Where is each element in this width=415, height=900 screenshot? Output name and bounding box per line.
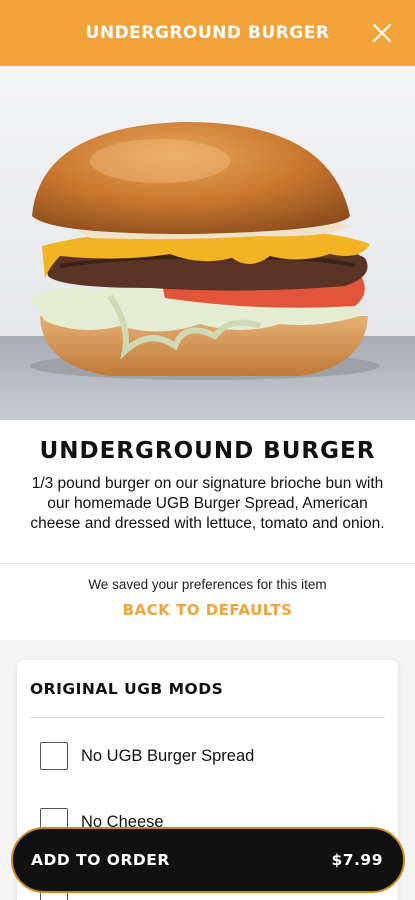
product-description: 1/3 pound burger on our signature brioch… — [30, 475, 385, 532]
back-to-defaults-link[interactable]: BACK TO DEFAULTS — [0, 601, 415, 619]
mod-label: No UGB Burger Spread — [81, 746, 255, 765]
add-to-order-button[interactable]: ADD TO ORDER $7.99 — [11, 827, 405, 893]
saved-preferences-note: We saved your preferences for this item — [88, 577, 327, 592]
section-divider — [0, 563, 415, 564]
header-bar: UNDERGROUND BURGER — [0, 0, 415, 66]
header-title: UNDERGROUND BURGER — [85, 23, 330, 43]
checkbox[interactable] — [40, 742, 68, 770]
mods-divider — [30, 717, 385, 718]
mod-option-no-spread[interactable]: No UGB Burger Spread — [40, 742, 254, 770]
burger-photo — [0, 66, 415, 420]
order-price: $7.99 — [331, 851, 383, 869]
close-button[interactable] — [371, 22, 393, 44]
close-icon[interactable] — [371, 22, 393, 44]
mods-title: ORIGINAL UGB MODS — [30, 680, 224, 698]
product-info: UNDERGROUND BURGER 1/3 pound burger on o… — [0, 438, 415, 534]
product-title: UNDERGROUND BURGER — [39, 438, 376, 464]
add-to-order-label: ADD TO ORDER — [31, 851, 170, 869]
